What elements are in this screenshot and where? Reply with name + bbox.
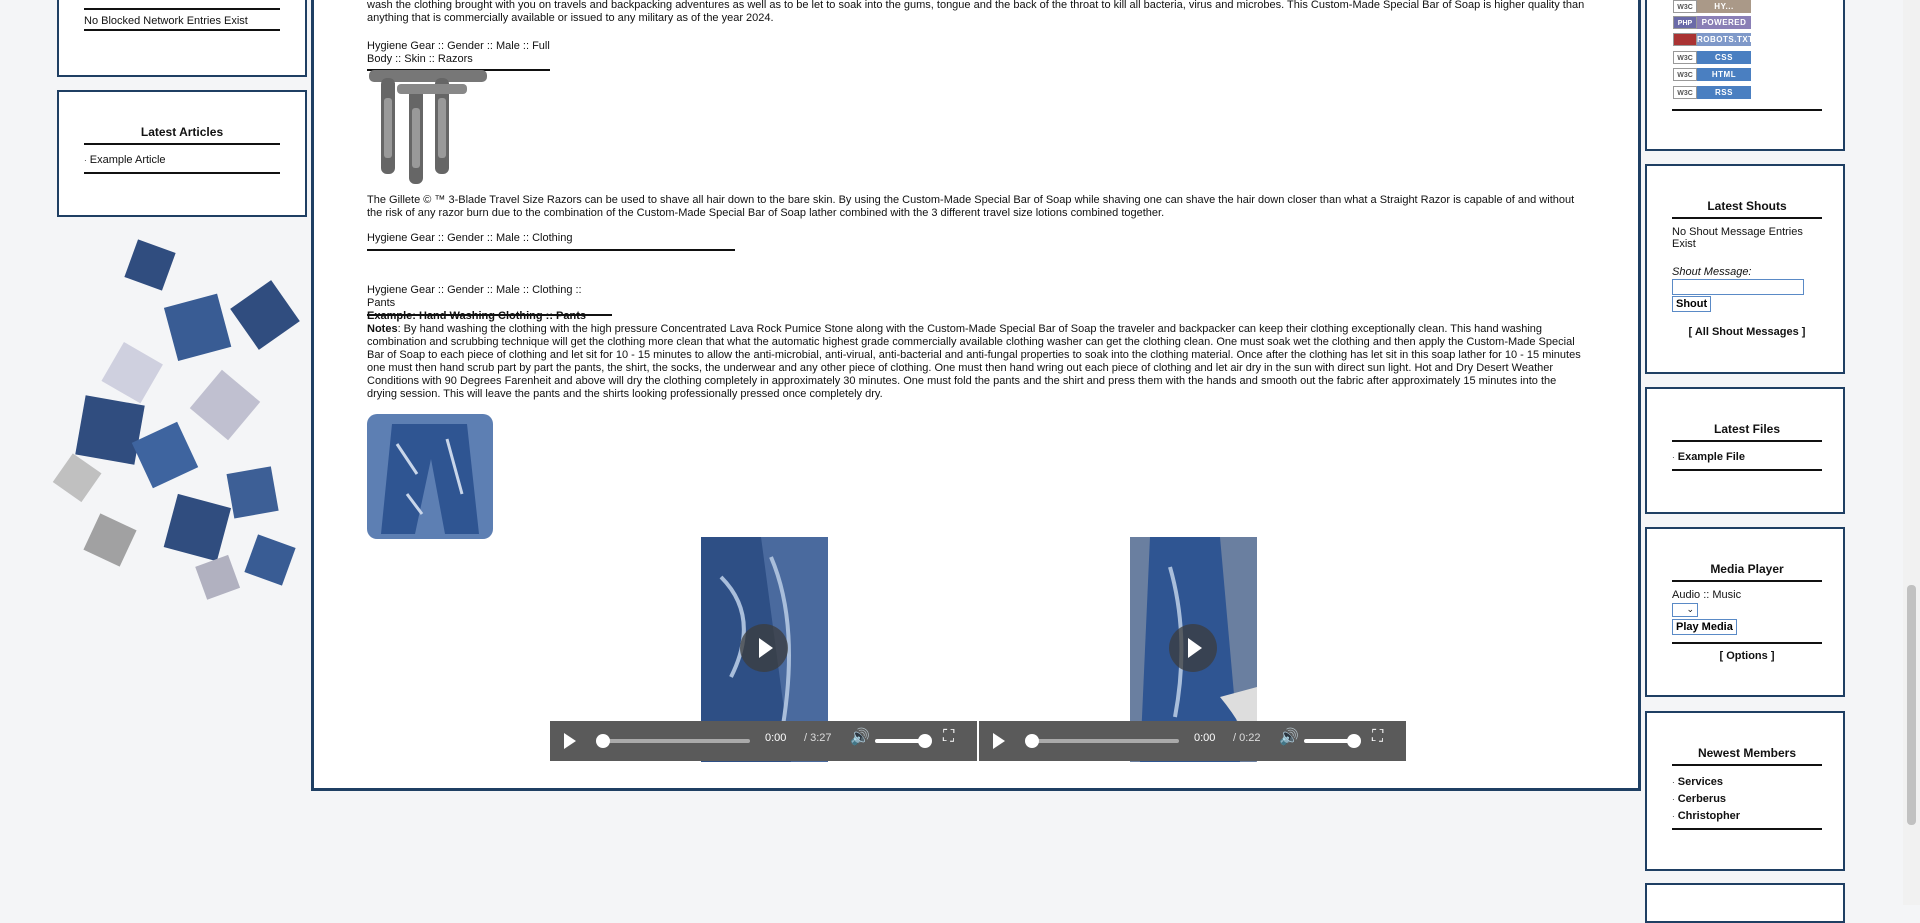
video-2-play-icon[interactable] xyxy=(993,733,1005,749)
notes-text: : By hand washing the clothing with the … xyxy=(367,323,1581,400)
latest-shouts-panel: Latest Shouts No Shout Message Entries E… xyxy=(1645,164,1845,374)
file-link[interactable]: Example File xyxy=(1678,451,1745,463)
badge-left: W3C xyxy=(1673,0,1697,13)
video-2-controls: 0:00 / 0:22 🔊 ⛶ xyxy=(979,721,1406,761)
badge-w3c-html[interactable]: W3C HTML xyxy=(1673,68,1751,81)
badge-left xyxy=(1673,33,1697,46)
badge-left: PHP xyxy=(1673,16,1697,29)
main-content: wash the clothing brought with you on tr… xyxy=(311,0,1641,791)
badge-right: HY... xyxy=(1697,0,1751,13)
badge-w3c-rss[interactable]: W3C RSS xyxy=(1673,86,1751,99)
member-item: · Cerberus xyxy=(1672,793,1727,805)
breadcrumb-clothing-text: Hygiene Gear :: Gender :: Male :: Clothi… xyxy=(367,232,735,251)
shout-button[interactable]: Shout xyxy=(1672,296,1712,312)
media-select[interactable]: ⌄ xyxy=(1672,603,1698,617)
soap-description: wash the clothing brought with you on tr… xyxy=(367,0,1585,24)
video-1-volume-knob[interactable] xyxy=(918,734,932,748)
member-link[interactable]: Christopher xyxy=(1678,810,1740,822)
shout-message-input[interactable] xyxy=(1672,279,1804,295)
video-1-big-play-icon[interactable] xyxy=(740,624,788,672)
video-2-progress-knob[interactable] xyxy=(1025,734,1039,748)
latest-files-panel: Latest Files · Example File xyxy=(1645,387,1845,514)
video-2-big-play-icon[interactable] xyxy=(1169,624,1217,672)
badge-robots-txt[interactable]: ROBOTS.TXT xyxy=(1673,33,1754,46)
media-player-panel: Media Player Audio :: Music ⌄ Play Media… xyxy=(1645,527,1845,697)
badge-right: CSS xyxy=(1697,51,1751,64)
shout-message-label: Shout Message: xyxy=(1672,266,1752,278)
media-options-link[interactable]: [ Options ] xyxy=(1672,650,1822,662)
breadcrumb-razors-text: Hygiene Gear :: Gender :: Male :: Full B… xyxy=(367,40,550,71)
scrollbar-track[interactable] xyxy=(1903,0,1920,905)
notes-label: Notes xyxy=(367,323,398,335)
video-2-volume-knob[interactable] xyxy=(1347,734,1361,748)
video-2-fullscreen-icon[interactable]: ⛶ xyxy=(1372,729,1383,745)
example-title: Example: Hand Washing Clothing :: Pants xyxy=(367,310,586,322)
media-category-label: Audio :: Music xyxy=(1672,589,1742,601)
video-2-duration: / 0:22 xyxy=(1233,732,1261,744)
badge-php-powered[interactable]: PHP POWERED xyxy=(1673,16,1751,29)
breadcrumb-clothing: Hygiene Gear :: Gender :: Male :: Clothi… xyxy=(367,232,735,251)
badge-w3c-css[interactable]: W3C CSS xyxy=(1673,51,1751,64)
latest-articles-title: Latest Articles xyxy=(140,125,224,139)
badge-right: RSS xyxy=(1697,86,1751,99)
video-1-fullscreen-icon[interactable]: ⛶ xyxy=(943,729,954,745)
badge-right: HTML xyxy=(1697,68,1751,81)
article-list: · Example Article xyxy=(84,154,166,166)
notes-paragraph: Notes: By hand washing the clothing with… xyxy=(367,323,1585,401)
video-1-time: 0:00 xyxy=(765,732,787,744)
badge-left: W3C xyxy=(1673,51,1697,64)
video-2-volume-icon[interactable]: 🔊 xyxy=(1279,730,1299,746)
latest-shouts-title: Latest Shouts xyxy=(1707,199,1787,213)
breadcrumb-razors: Hygiene Gear :: Gender :: Male :: Full B… xyxy=(367,40,550,71)
video-1-play-icon[interactable] xyxy=(564,733,576,749)
pants-image xyxy=(367,414,493,539)
chevron-down-icon: ⌄ xyxy=(1686,604,1694,614)
scrollbar-thumb[interactable] xyxy=(1907,585,1916,825)
file-list: · Example File xyxy=(1672,451,1745,463)
member-list: · Services · Cerberus · Christopher xyxy=(1672,774,1740,825)
latest-files-title: Latest Files xyxy=(1713,422,1781,436)
badge-right: POWERED xyxy=(1697,16,1751,29)
razor-description: The Gillete © ™ 3-Blade Travel Size Razo… xyxy=(367,194,1575,219)
badge-right: ROBOTS.TXT xyxy=(1697,33,1754,46)
video-2-progress[interactable] xyxy=(1029,739,1179,743)
newest-members-panel: Newest Members · Services · Cerberus · C… xyxy=(1645,711,1845,871)
latest-articles-panel: Latest Articles · Example Article xyxy=(57,90,307,217)
blocked-network-text: No Blocked Network Entries Exist xyxy=(84,15,248,27)
play-media-button[interactable]: Play Media xyxy=(1672,619,1737,635)
video-2-time: 0:00 xyxy=(1194,732,1216,744)
member-item: · Services xyxy=(1672,776,1723,788)
member-item: · Christopher xyxy=(1672,810,1741,822)
shouts-empty-text: No Shout Message Entries Exist xyxy=(1672,226,1803,250)
newest-members-title: Newest Members xyxy=(1697,746,1797,760)
video-1-progress-knob[interactable] xyxy=(596,734,610,748)
video-1-controls: 0:00 / 3:27 🔊 ⛶ xyxy=(550,721,977,761)
next-panel xyxy=(1645,883,1845,923)
video-1-duration: / 3:27 xyxy=(804,732,832,744)
article-link[interactable]: Example Article xyxy=(90,154,166,166)
media-player-title: Media Player xyxy=(1710,562,1784,576)
video-1-progress[interactable] xyxy=(600,739,750,743)
video-1-volume-icon[interactable]: 🔊 xyxy=(850,730,870,746)
all-shout-messages-link[interactable]: [ All Shout Messages ] xyxy=(1672,326,1822,338)
blocked-network-panel: No Blocked Network Entries Exist xyxy=(57,0,307,77)
member-link[interactable]: Cerberus xyxy=(1678,793,1726,805)
badge-left: W3C xyxy=(1673,86,1697,99)
razors-image xyxy=(369,70,487,184)
member-link[interactable]: Services xyxy=(1678,776,1723,788)
badge-left: W3C xyxy=(1673,68,1697,81)
badge-w3c-valid[interactable]: W3C HY... xyxy=(1673,0,1751,13)
